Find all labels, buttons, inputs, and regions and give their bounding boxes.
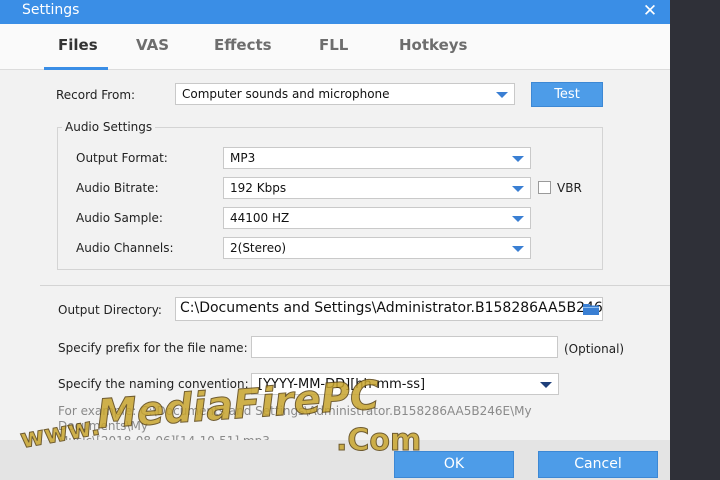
tab-fll[interactable]: FLL (319, 36, 348, 54)
vbr-label: VBR (557, 181, 582, 195)
audio-channels-select[interactable]: 2(Stereo) (223, 237, 531, 259)
tab-hotkeys[interactable]: Hotkeys (399, 36, 467, 54)
chevron-down-icon (512, 246, 524, 252)
cancel-button[interactable]: Cancel (538, 451, 658, 478)
prefix-input[interactable] (251, 336, 558, 358)
audio-channels-value: 2(Stereo) (230, 241, 287, 255)
audio-settings-title: Audio Settings (62, 120, 156, 134)
output-directory-value: C:\Documents and Settings\Administrator.… (180, 300, 602, 316)
audio-bitrate-label: Audio Bitrate: (76, 181, 159, 195)
test-button[interactable]: Test (531, 82, 603, 107)
record-from-label: Record From: (56, 88, 136, 102)
vbr-checkbox[interactable] (538, 181, 551, 194)
tab-effects[interactable]: Effects (214, 36, 272, 54)
ok-button[interactable]: OK (394, 451, 514, 478)
audio-sample-select[interactable]: 44100 HZ (223, 207, 531, 229)
audio-bitrate-select[interactable]: 192 Kbps (223, 177, 531, 199)
title-bar: Settings ✕ (0, 0, 670, 24)
tab-vas[interactable]: VAS (136, 36, 169, 54)
window-title: Settings (22, 2, 80, 18)
output-directory-label: Output Directory: (58, 303, 162, 317)
folder-icon[interactable] (583, 303, 599, 315)
chevron-down-icon (512, 156, 524, 162)
output-directory-field[interactable]: C:\Documents and Settings\Administrator.… (175, 297, 603, 321)
tab-bar: Files VAS Effects FLL Hotkeys (0, 24, 670, 70)
chevron-down-icon (512, 186, 524, 192)
settings-dialog: Settings ✕ Files VAS Effects FLL Hotkeys… (0, 0, 670, 480)
naming-convention-value: [YYYY-MM-DD][hh-mm-ss] (258, 377, 426, 392)
background-panel (670, 0, 720, 480)
record-from-select[interactable]: Computer sounds and microphone (175, 83, 515, 105)
close-icon[interactable]: ✕ (640, 1, 660, 21)
chevron-down-icon (540, 382, 552, 388)
audio-sample-label: Audio Sample: (76, 211, 163, 225)
naming-convention-select[interactable]: [YYYY-MM-DD][hh-mm-ss] (251, 373, 559, 395)
output-format-select[interactable]: MP3 (223, 147, 531, 169)
naming-convention-label: Specify the naming convention: (58, 377, 249, 391)
section-divider (40, 285, 670, 286)
example-line-1: For example: C:\Documents and Settings\A… (58, 404, 532, 433)
tab-files[interactable]: Files (58, 36, 98, 54)
active-tab-indicator (44, 67, 108, 70)
optional-label: (Optional) (564, 342, 625, 356)
output-format-value: MP3 (230, 151, 256, 165)
record-from-value: Computer sounds and microphone (182, 87, 390, 101)
output-format-label: Output Format: (76, 151, 168, 165)
audio-channels-label: Audio Channels: (76, 241, 174, 255)
audio-sample-value: 44100 HZ (230, 211, 290, 225)
audio-bitrate-value: 192 Kbps (230, 181, 287, 195)
prefix-label: Specify prefix for the file name: (58, 341, 248, 355)
chevron-down-icon (512, 216, 524, 222)
chevron-down-icon (496, 92, 508, 98)
